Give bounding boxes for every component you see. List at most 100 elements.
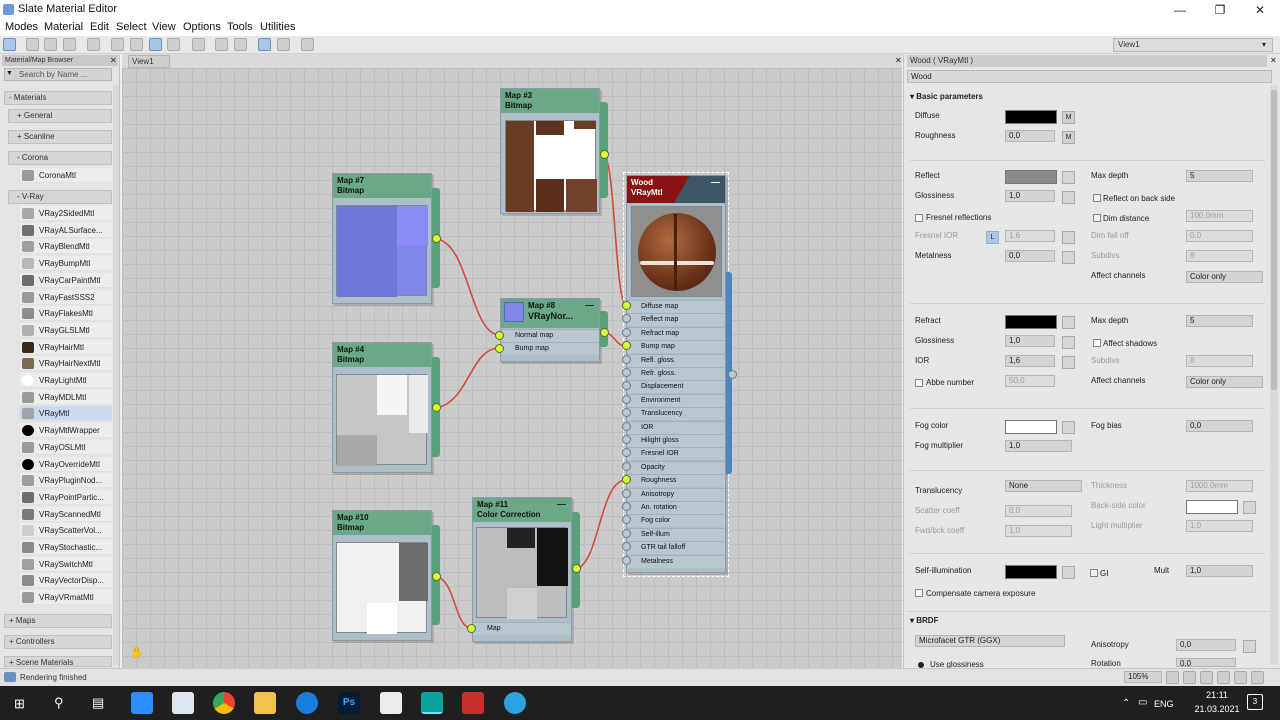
slot-displacement[interactable]: Displacement bbox=[627, 380, 725, 394]
reflect-back-checkbox[interactable] bbox=[1093, 194, 1101, 202]
list-item[interactable]: VRayFastSSS2 bbox=[20, 289, 112, 305]
slot-refract-map[interactable]: Refract map bbox=[627, 326, 725, 340]
slot-an-rotation[interactable]: An. rotation bbox=[627, 501, 725, 514]
close-icon[interactable]: ✕ bbox=[110, 56, 117, 65]
slot-refl-gloss[interactable]: Refl. gloss. bbox=[627, 353, 725, 367]
list-item[interactable]: VRayOverrideMtl bbox=[20, 456, 112, 472]
input-port[interactable] bbox=[622, 368, 631, 377]
delete-icon[interactable] bbox=[87, 38, 100, 51]
list-item[interactable]: VRayPluginNod... bbox=[20, 473, 112, 489]
zoom-selected-icon[interactable] bbox=[1234, 671, 1247, 684]
refract-affect-dropdown[interactable]: Color only bbox=[1186, 376, 1263, 388]
close-button[interactable]: ✕ bbox=[1240, 0, 1280, 20]
list-item[interactable]: VRayStochastic... bbox=[20, 540, 112, 555]
node-map4[interactable]: Map #4 Bitmap bbox=[332, 342, 432, 473]
list-item[interactable]: VRayCarPaintMtl bbox=[20, 272, 112, 288]
show-background-icon[interactable] bbox=[167, 38, 180, 51]
max-depth-spinner[interactable]: 5 bbox=[1186, 170, 1253, 182]
affect-shadows-checkbox[interactable] bbox=[1093, 339, 1101, 347]
list-item[interactable]: CoronaMtl bbox=[20, 168, 112, 183]
scatter-coeff-spinner[interactable]: 0,0 bbox=[1005, 505, 1072, 517]
pick-material-icon[interactable] bbox=[26, 38, 39, 51]
list-item[interactable]: VRayMtlWrapper bbox=[20, 423, 112, 439]
refract-map-button[interactable] bbox=[1062, 316, 1075, 329]
notification-icon[interactable]: 3 bbox=[1247, 694, 1263, 710]
abbe-spinner[interactable]: 50,0 bbox=[1005, 375, 1055, 387]
chevron-down-icon[interactable]: ▾ bbox=[1262, 40, 1266, 49]
list-item[interactable]: VRayScannedMtl bbox=[20, 506, 112, 522]
move-children-icon[interactable] bbox=[111, 38, 124, 51]
slot-bump-map[interactable]: Bump map bbox=[627, 340, 725, 354]
list-item[interactable]: VRayALSurface... bbox=[20, 222, 112, 238]
input-port[interactable] bbox=[622, 502, 631, 511]
menu-view[interactable]: View bbox=[152, 21, 176, 33]
input-port[interactable] bbox=[467, 624, 476, 633]
list-item[interactable]: VRayScatterVol... bbox=[20, 523, 112, 539]
input-port[interactable] bbox=[622, 354, 631, 364]
slot-self-illum[interactable]: Self-illum bbox=[627, 527, 725, 541]
menu-tools[interactable]: Tools bbox=[227, 21, 253, 33]
search-input[interactable]: Search by Name ... bbox=[4, 68, 112, 81]
list-item[interactable]: VRayVectorDisp... bbox=[20, 573, 112, 589]
slot-anisotropy[interactable]: Anisotropy bbox=[627, 487, 725, 501]
dim-falloff-spinner[interactable]: 0,0 bbox=[1186, 230, 1253, 242]
pan-icon[interactable] bbox=[1166, 671, 1179, 684]
output-port[interactable] bbox=[572, 564, 581, 573]
rollout-vray[interactable]: - V-Ray bbox=[8, 190, 112, 204]
minimize-node-icon[interactable]: — bbox=[711, 177, 720, 187]
list-item[interactable]: VRayLightMtl bbox=[20, 373, 112, 388]
refract-subdivs-spinner[interactable]: 8 bbox=[1186, 355, 1253, 367]
fwd-bck-spinner[interactable]: 1,0 bbox=[1005, 525, 1072, 537]
material-browser-toggle-icon[interactable] bbox=[258, 38, 271, 51]
menu-edit[interactable]: Edit bbox=[90, 21, 109, 33]
metalness-spinner[interactable]: 0,0 bbox=[1005, 250, 1055, 262]
slot-hilight-gloss[interactable]: Hilight gloss bbox=[627, 434, 725, 447]
fog-color-swatch[interactable] bbox=[1005, 420, 1057, 434]
output-port[interactable] bbox=[600, 150, 609, 159]
slot-reflect-map[interactable]: Reflect map bbox=[627, 313, 725, 327]
input-port[interactable] bbox=[495, 331, 504, 340]
photoshop-icon[interactable]: Ps bbox=[338, 692, 360, 714]
list-item[interactable]: VRayGLSLMtl bbox=[20, 322, 112, 338]
layout-children-icon[interactable] bbox=[215, 38, 228, 51]
slot-gtr-tail-falloff[interactable]: GTR tail falloff bbox=[627, 541, 725, 555]
select-by-material-icon[interactable] bbox=[301, 38, 314, 51]
notepad-icon[interactable] bbox=[172, 692, 194, 714]
task-view-icon[interactable]: ▤ bbox=[92, 695, 104, 711]
slot-metalness[interactable]: Metalness bbox=[627, 554, 725, 568]
list-item[interactable]: VRayMDLMtl bbox=[20, 389, 112, 405]
pdf-app-icon[interactable] bbox=[380, 692, 402, 714]
slot-bump-map[interactable]: Bump map bbox=[501, 342, 599, 355]
list-item[interactable]: VRayPointPartic... bbox=[20, 489, 112, 505]
assign-material-icon[interactable] bbox=[63, 38, 76, 51]
list-item[interactable]: VRayHairMtl bbox=[20, 339, 112, 355]
node-map3[interactable]: Map #3 Bitmap bbox=[500, 88, 600, 214]
input-port[interactable] bbox=[495, 344, 504, 353]
clock-date[interactable]: 21.03.2021 bbox=[1184, 704, 1250, 714]
input-port[interactable] bbox=[622, 435, 631, 444]
view-selector[interactable]: View1 bbox=[1113, 38, 1273, 52]
fog-multiplier-spinner[interactable]: 1,0 bbox=[1005, 440, 1072, 452]
fit-view-icon[interactable] bbox=[1251, 671, 1264, 684]
tab-view1[interactable]: View1 bbox=[128, 55, 170, 68]
show-shaded-icon[interactable] bbox=[149, 38, 162, 51]
slot-fog-color[interactable]: Fog color bbox=[627, 514, 725, 528]
align-icon[interactable] bbox=[234, 38, 247, 51]
list-item[interactable]: VRaySwitchMtl bbox=[20, 556, 112, 572]
rollout-scanline[interactable]: + Scanline bbox=[8, 130, 112, 144]
zoom-region-icon[interactable] bbox=[1200, 671, 1213, 684]
slot-opacity[interactable]: Opacity bbox=[627, 460, 725, 474]
metalness-map-button[interactable] bbox=[1062, 251, 1075, 264]
hide-unused-icon[interactable] bbox=[130, 38, 143, 51]
material-name-field[interactable]: Wood bbox=[907, 70, 1272, 83]
fresnel-ior-spinner[interactable]: 1,6 bbox=[1005, 230, 1055, 242]
light-multiplier-spinner[interactable]: 1,0 bbox=[1186, 520, 1253, 532]
translucency-dropdown[interactable]: None bbox=[1005, 480, 1082, 492]
rollout-controllers[interactable]: + Controllers bbox=[4, 635, 112, 649]
close-icon[interactable]: ✕ bbox=[895, 56, 902, 65]
self-illum-map-button[interactable] bbox=[1062, 566, 1075, 579]
menu-options[interactable]: Options bbox=[183, 21, 221, 33]
diffuse-color-swatch[interactable] bbox=[1005, 110, 1057, 124]
select-tool-icon[interactable] bbox=[3, 38, 16, 51]
list-item[interactable]: VRayBlendMtl bbox=[20, 239, 112, 255]
